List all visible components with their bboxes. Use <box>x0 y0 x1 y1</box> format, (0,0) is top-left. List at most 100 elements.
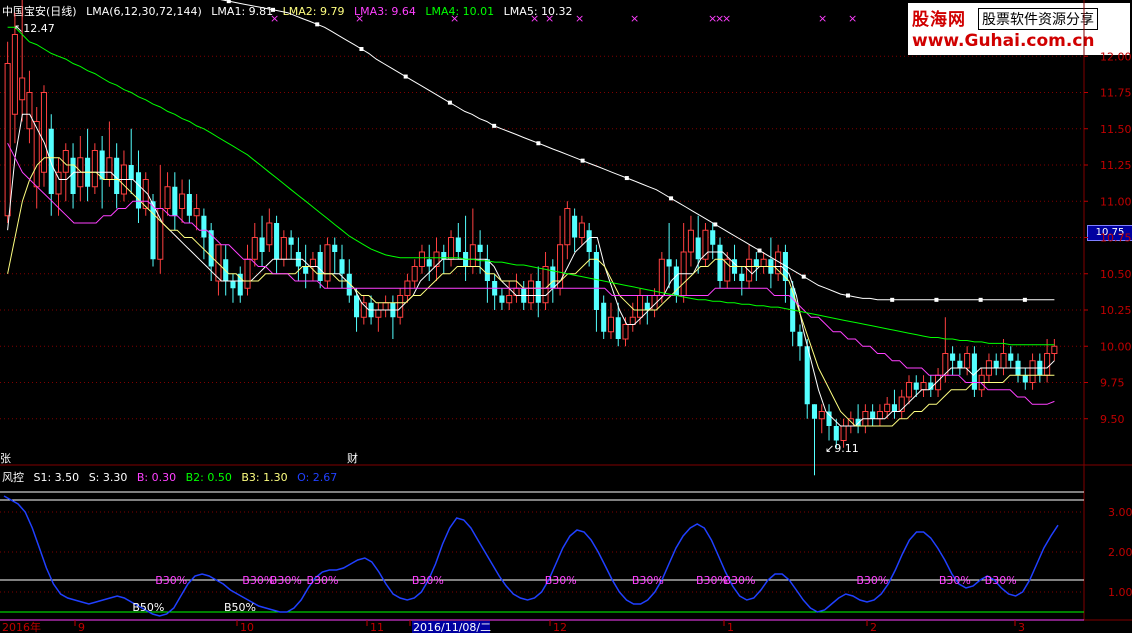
candle-body <box>760 258 767 267</box>
price-tick-label: 11.25 <box>1100 159 1132 172</box>
osc-tick-label: 1.00 <box>1108 586 1132 599</box>
osc-label: B30% <box>270 574 302 587</box>
candle-body <box>164 186 171 209</box>
candle-body <box>26 92 33 130</box>
candle-body <box>739 273 745 281</box>
osc-label: B30% <box>306 574 338 587</box>
candle-body <box>426 259 432 267</box>
candle-body <box>230 281 236 289</box>
lma5-marker <box>669 196 674 201</box>
top-cross-marker: × <box>450 12 459 25</box>
osc-label: B30% <box>723 574 755 587</box>
candle-body <box>303 266 309 274</box>
candle-body <box>259 237 265 252</box>
candle-body <box>564 208 571 246</box>
candle-body <box>172 186 178 216</box>
zhang-marker: 张 <box>0 452 11 465</box>
candle-body <box>179 193 186 209</box>
candle-body <box>274 223 280 260</box>
candle-body <box>622 324 629 340</box>
candle-body <box>106 157 113 180</box>
fin-marker: 财 <box>347 451 358 465</box>
candle-body <box>266 222 273 246</box>
candle-body <box>208 230 214 267</box>
candle-body <box>826 411 832 426</box>
price-tick-label: 11.50 <box>1100 123 1132 136</box>
candle-body <box>4 63 11 217</box>
top-cross-marker: × <box>722 12 731 25</box>
low-marker: ↙9.11 <box>825 442 859 455</box>
lma5-marker <box>624 176 629 181</box>
candle-body <box>237 273 243 296</box>
candle-body <box>455 237 461 252</box>
candle-body <box>964 353 971 369</box>
candle-body <box>884 403 891 412</box>
price-tick-label: 10.00 <box>1100 340 1132 353</box>
series-lma1 <box>7 113 1055 427</box>
candle-body <box>332 244 338 252</box>
candle-body <box>687 229 694 253</box>
candle-body <box>186 194 192 216</box>
lma5-marker <box>890 297 895 302</box>
lma5-marker <box>801 274 806 279</box>
candle-body <box>804 346 810 405</box>
candle-body <box>244 258 251 289</box>
osc-label: B30% <box>856 574 888 587</box>
candle-body <box>971 353 977 390</box>
candle-body <box>506 295 513 304</box>
x-tick-label: 2016/11/08/二 <box>413 621 491 633</box>
candle-body <box>811 404 818 419</box>
candle-body <box>586 230 592 252</box>
osc-label: B30% <box>412 574 444 587</box>
candle-body <box>1008 353 1014 361</box>
lma5-marker <box>315 22 320 27</box>
price-tick-label: 10.50 <box>1100 268 1132 281</box>
candle-body <box>636 295 644 318</box>
x-tick-label: 3 <box>1018 621 1025 633</box>
candle-body <box>578 222 585 238</box>
candle-body <box>876 411 883 420</box>
candle-body <box>535 281 541 303</box>
candle-body <box>666 259 672 267</box>
lma5-marker <box>226 0 231 4</box>
candle-body <box>128 165 134 180</box>
candle-body <box>629 316 636 325</box>
osc-label: B50% <box>224 601 256 614</box>
candle-body <box>499 295 505 303</box>
top-cross-marker: × <box>355 12 364 25</box>
top-cross-marker: × <box>270 12 279 25</box>
price-tick-label: 10.25 <box>1100 304 1132 317</box>
candle-body <box>354 295 360 318</box>
osc-label: B30% <box>155 574 187 587</box>
candle-body <box>1051 345 1058 354</box>
candle-body <box>527 280 535 304</box>
candle-body <box>382 302 389 311</box>
x-tick-label: 2016年 <box>2 620 41 633</box>
candle-body <box>1029 360 1036 383</box>
lma5-marker <box>757 248 762 253</box>
candle-body <box>615 317 621 339</box>
osc-tick-label: 2.00 <box>1108 546 1132 559</box>
osc-label: B30% <box>985 574 1017 587</box>
price-tick-label: 11.75 <box>1100 87 1132 100</box>
candle-body <box>484 259 490 281</box>
lma5-marker <box>580 158 585 163</box>
candle-body <box>950 353 956 361</box>
candle-body <box>375 309 382 318</box>
candle-body <box>339 259 345 274</box>
candle-body <box>818 411 825 420</box>
candle-body <box>288 237 294 245</box>
lma5-marker <box>1022 297 1027 302</box>
candle-body <box>19 77 26 101</box>
osc-label: B30% <box>545 574 577 587</box>
top-cross-marker: × <box>818 12 827 25</box>
candle-body <box>1022 375 1028 383</box>
stock-chart[interactable]: 12.0011.7511.5011.2511.0010.7510.5010.25… <box>0 0 1132 633</box>
lma5-marker <box>447 100 452 105</box>
price-tick-label: 9.75 <box>1100 377 1125 390</box>
osc-tick-label: 3.00 <box>1108 506 1132 519</box>
candle-body <box>993 360 999 368</box>
candle-body <box>870 411 876 419</box>
candle-body <box>135 172 142 209</box>
lma5-marker <box>536 141 541 146</box>
